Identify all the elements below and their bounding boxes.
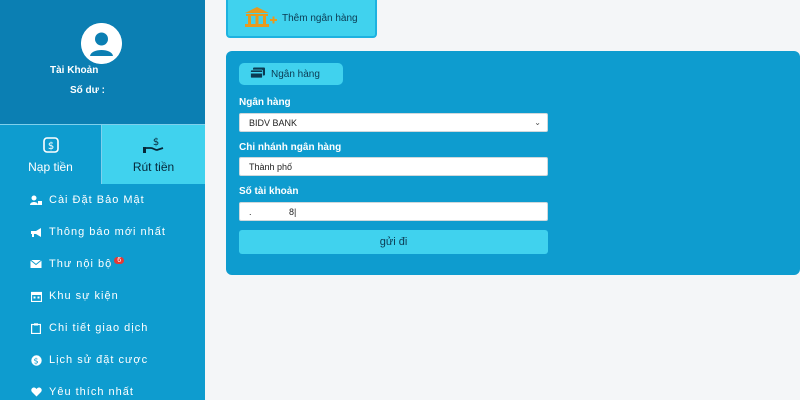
bank-select[interactable]: BIDV BANK ⌄ xyxy=(239,113,548,132)
svg-text:$: $ xyxy=(152,137,158,148)
deposit-button[interactable]: $ Nạp tiền xyxy=(0,124,102,184)
bank-card-icon xyxy=(250,67,266,82)
hand-dollar-icon: $ xyxy=(142,136,165,154)
sidebar-item-label: Thông báo mới nhất xyxy=(49,226,166,238)
unread-count-badge: 6 xyxy=(114,256,125,264)
user-avatar-icon[interactable] xyxy=(81,23,122,64)
branch-input[interactable]: Thành phố xyxy=(239,157,548,176)
clipboard-icon xyxy=(30,322,42,334)
sidebar-item-label: Thư nội bộ xyxy=(49,258,113,270)
add-bank-button[interactable]: Thêm ngân hàng xyxy=(226,0,377,38)
withdraw-label: Rút tiền xyxy=(132,159,175,174)
sidebar-item-events[interactable]: Khu sự kiện xyxy=(0,280,205,312)
svg-text:$: $ xyxy=(33,356,39,365)
sidebar-item-label: Lịch sử đặt cược xyxy=(49,354,149,366)
quick-actions: $ Nạp tiền $ Rút tiền xyxy=(0,124,205,184)
bank-select-value: BIDV BANK xyxy=(249,117,298,128)
add-bank-label: Thêm ngân hàng xyxy=(282,12,358,24)
profile-panel: Tài Khoản Số dư : xyxy=(0,0,205,124)
sidebar-item-transactions[interactable]: Chi tiết giao dịch xyxy=(0,312,205,344)
bank-building-plus-icon xyxy=(244,6,278,31)
sidebar-item-inbox[interactable]: Thư nội bộ 6 xyxy=(0,248,205,280)
envelope-icon xyxy=(30,259,42,269)
withdraw-button[interactable]: $ Rút tiền xyxy=(102,124,205,184)
sidebar-item-notifications[interactable]: Thông báo mới nhất xyxy=(0,216,205,248)
sidebar-item-bet-history[interactable]: $ Lịch sử đặt cược xyxy=(0,344,205,376)
sidebar-item-label: Khu sự kiện xyxy=(49,290,119,302)
sidebar-item-label: Yêu thích nhất xyxy=(49,386,134,398)
user-lock-icon xyxy=(30,195,42,206)
chevron-down-icon: ⌄ xyxy=(534,118,541,127)
submit-button[interactable]: gửi đi xyxy=(239,230,548,254)
heart-icon xyxy=(30,387,42,397)
account-number-input-value: . 8| xyxy=(249,206,297,217)
deposit-label: Nạp tiền xyxy=(28,159,73,174)
bank-field-label: Ngân hàng xyxy=(239,97,291,108)
bank-form-card: Ngân hàng Ngân hàng BIDV BANK ⌄ Chi nhán… xyxy=(226,51,800,275)
account-number-field-label: Số tài khoản xyxy=(239,186,299,197)
tab-bank-label: Ngân hàng xyxy=(271,68,320,80)
sidebar-item-label: Cài Đặt Bảo Mật xyxy=(49,194,145,206)
money-bag-icon: $ xyxy=(42,136,60,154)
branch-input-value: Thành phố xyxy=(249,161,293,172)
branch-field-label: Chi nhánh ngân hàng xyxy=(239,142,342,153)
tab-bank[interactable]: Ngân hàng xyxy=(239,63,343,85)
sidebar-item-favorites[interactable]: Yêu thích nhất xyxy=(0,376,205,400)
svg-text:$: $ xyxy=(47,141,53,152)
megaphone-icon xyxy=(30,227,42,238)
sidebar-item-label: Chi tiết giao dịch xyxy=(49,322,149,334)
calendar-icon xyxy=(30,291,42,302)
account-number-input[interactable]: . 8| xyxy=(239,202,548,221)
dollar-circle-icon: $ xyxy=(30,354,42,366)
sidebar: Tài Khoản Số dư : $ Nạp tiền $ Rút tiền xyxy=(0,0,205,400)
sidebar-item-security[interactable]: Cài Đặt Bảo Mật xyxy=(0,184,205,216)
account-label: Tài Khoản xyxy=(50,65,99,76)
submit-label: gửi đi xyxy=(379,236,408,248)
balance-label: Số dư : xyxy=(70,85,106,96)
page: Tài Khoản Số dư : $ Nạp tiền $ Rút tiền xyxy=(0,0,800,400)
sidebar-menu: Cài Đặt Bảo Mật Thông báo mới nhất Thư n… xyxy=(0,184,205,400)
